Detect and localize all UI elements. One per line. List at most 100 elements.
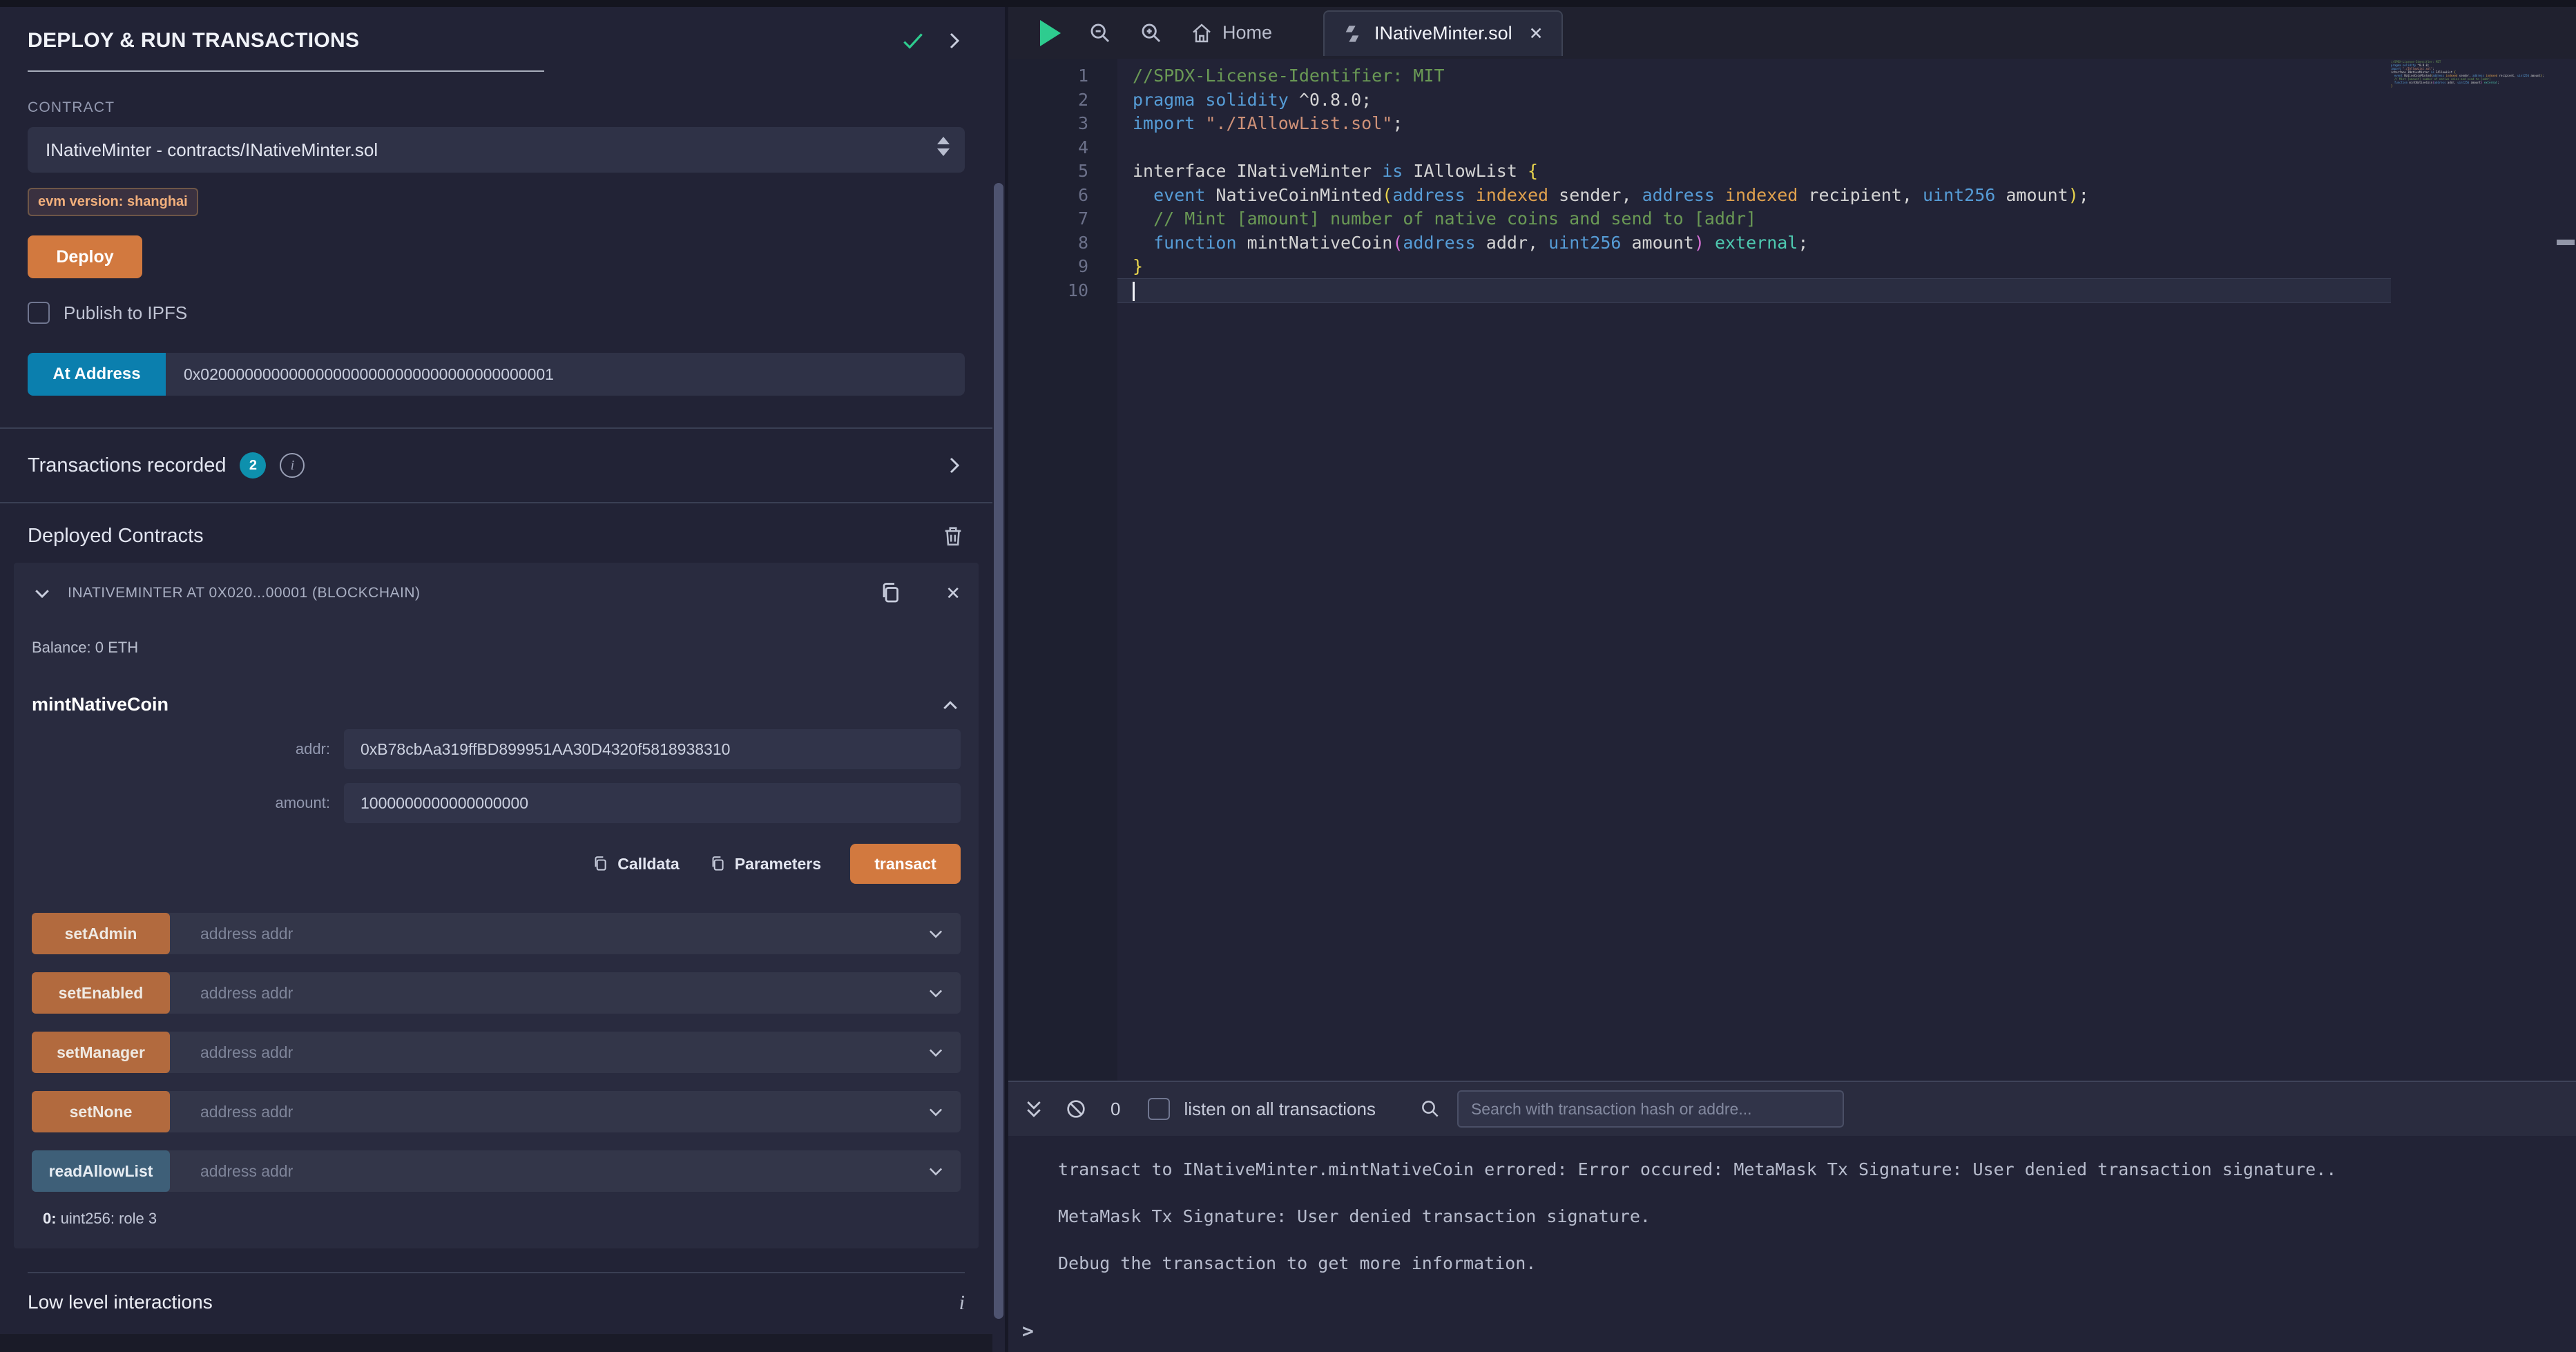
run-script-play-icon[interactable]	[1040, 20, 1061, 46]
code-line-2[interactable]: pragma solidity ^0.8.0;	[1117, 88, 2391, 113]
info-icon: i	[959, 1291, 965, 1315]
solidity-file-icon	[1343, 24, 1362, 44]
line-number: 1	[1008, 64, 1117, 88]
panel-bottom-strip	[0, 1334, 992, 1352]
contract-function-list: setAdminaddress addrsetEnabledaddress ad…	[32, 913, 961, 1192]
collapse-panel-chevron-icon[interactable]	[944, 30, 965, 51]
terminal-collapse-icon[interactable]	[1023, 1099, 1044, 1119]
function-args-input-setEnabled[interactable]: address addr	[170, 972, 926, 1014]
minimap[interactable]: //SPDX-License-Identifier: MITpragma sol…	[2391, 59, 2555, 1081]
line-number: 4	[1008, 136, 1117, 160]
code-line-10[interactable]	[1117, 278, 2391, 304]
function-button-setManager[interactable]: setManager	[32, 1032, 170, 1073]
editor-column: Home INativeMinter.sol ✕ 12345678910 //S…	[1008, 7, 2576, 1352]
contract-label: CONTRACT	[28, 99, 965, 116]
code-line-9[interactable]: }	[1117, 255, 2391, 279]
contract-select-value: INativeMinter - contracts/INativeMinter.…	[46, 139, 378, 161]
panel-scrollbar[interactable]	[992, 7, 1005, 1352]
function-button-setNone[interactable]: setNone	[32, 1091, 170, 1132]
line-number: 6	[1008, 184, 1117, 208]
code-line-6[interactable]: event NativeCoinMinted(address indexed s…	[1117, 184, 2391, 208]
panel-scrollbar-handle[interactable]	[994, 183, 1003, 1319]
evm-version-badge: evm version: shanghai	[28, 188, 198, 216]
editor-toolbar: Home INativeMinter.sol ✕	[1008, 7, 2576, 59]
terminal-output[interactable]: transact to INativeMinter.mintNativeCoin…	[1008, 1136, 2576, 1352]
close-tab-icon[interactable]: ✕	[1529, 23, 1544, 44]
listen-all-transactions-checkbox[interactable]	[1148, 1098, 1170, 1120]
function-button-readAllowList[interactable]: readAllowList	[32, 1150, 170, 1192]
scroll-position-marker[interactable]	[2557, 240, 2575, 245]
function-args-input-setNone[interactable]: address addr	[170, 1091, 926, 1132]
terminal: 0 listen on all transactions transact to…	[1008, 1081, 2576, 1352]
tab-home[interactable]: Home	[1191, 22, 1272, 44]
code-editor[interactable]: 12345678910 //SPDX-License-Identifier: M…	[1008, 59, 2576, 1081]
instance-collapse-chevron-icon[interactable]	[32, 583, 52, 603]
chevron-down-icon[interactable]	[926, 924, 945, 943]
code-line-8[interactable]: function mintNativeCoin(address addr, ui…	[1117, 231, 2391, 255]
at-address-input[interactable]: 0x02000000000000000000000000000000000000…	[166, 353, 965, 396]
overview-ruler[interactable]	[2555, 59, 2576, 1081]
contract-select[interactable]: INativeMinter - contracts/INativeMinter.…	[28, 127, 965, 173]
code-line-4[interactable]	[1117, 136, 2391, 160]
terminal-search-input[interactable]	[1457, 1090, 1844, 1128]
deploy-run-panel: DEPLOY & RUN TRANSACTIONS CONTRACT INati…	[0, 7, 992, 1352]
terminal-prompt[interactable]: >	[1022, 1320, 1034, 1342]
home-icon	[1191, 22, 1213, 44]
select-arrows-icon	[937, 137, 950, 156]
tab-inativeminter[interactable]: INativeMinter.sol ✕	[1323, 10, 1563, 56]
call-result: 0: uint256: role 3	[32, 1210, 961, 1228]
param-addr-input[interactable]: 0xB78cbAa319ffBD899951AA30D4320f58189383…	[344, 729, 961, 769]
line-number: 5	[1008, 160, 1117, 184]
param-row-amount: amount: 1000000000000000000	[32, 783, 961, 823]
zoom-out-icon[interactable]	[1088, 21, 1112, 45]
code-line-5[interactable]: interface INativeMinter is IAllowList {	[1117, 160, 2391, 184]
function-row-readAllowList: readAllowListaddress addr	[32, 1150, 961, 1192]
copy-address-icon[interactable]	[878, 581, 903, 606]
function-button-setEnabled[interactable]: setEnabled	[32, 972, 170, 1014]
compile-success-check-icon	[900, 28, 926, 54]
chevron-down-icon[interactable]	[926, 1102, 945, 1121]
remix-workspace: DEPLOY & RUN TRANSACTIONS CONTRACT INati…	[0, 7, 2576, 1352]
chevron-down-icon[interactable]	[926, 983, 945, 1003]
chevron-down-icon[interactable]	[926, 1161, 945, 1181]
terminal-log-line: Debug the transaction to get more inform…	[1058, 1253, 2548, 1273]
calldata-copy-button[interactable]: Calldata	[591, 855, 679, 873]
function-args-input-setManager[interactable]: address addr	[170, 1032, 926, 1073]
terminal-log-line: MetaMask Tx Signature: User denied trans…	[1058, 1206, 2548, 1226]
transactions-recorded-row[interactable]: Transactions recorded 2 i	[0, 429, 992, 502]
function-row-setAdmin: setAdminaddress addr	[32, 913, 961, 954]
parameters-copy-button[interactable]: Parameters	[709, 855, 821, 873]
clear-terminal-icon[interactable]	[1065, 1098, 1087, 1120]
chevron-down-icon[interactable]	[926, 1043, 945, 1062]
line-number: 10	[1008, 279, 1117, 303]
code-line-3[interactable]: import "./IAllowList.sol";	[1117, 112, 2391, 136]
transact-button[interactable]: transact	[850, 844, 961, 884]
expand-transactions-chevron-icon[interactable]	[944, 455, 965, 476]
function-args-input-setAdmin[interactable]: address addr	[170, 913, 926, 954]
trash-icon[interactable]	[941, 524, 965, 548]
function-row-setEnabled: setEnabledaddress addr	[32, 972, 961, 1014]
function-args-input-readAllowList[interactable]: address addr	[170, 1150, 926, 1192]
line-number: 9	[1008, 255, 1117, 279]
terminal-toolbar: 0 listen on all transactions	[1008, 1082, 2576, 1136]
param-amount-input[interactable]: 1000000000000000000	[344, 783, 961, 823]
zoom-in-icon[interactable]	[1140, 21, 1163, 45]
instance-balance: Balance: 0 ETH	[32, 639, 961, 657]
at-address-button[interactable]: At Address	[28, 353, 166, 396]
minimap-line: }	[2391, 84, 2555, 88]
code-line-1[interactable]: //SPDX-License-Identifier: MIT	[1117, 64, 2391, 88]
low-level-title: Low level interactions	[28, 1291, 213, 1313]
deployed-contracts-title: Deployed Contracts	[28, 525, 204, 548]
transactions-recorded-label: Transactions recorded	[28, 454, 226, 477]
remove-instance-icon[interactable]: ✕	[945, 583, 961, 604]
line-number: 7	[1008, 207, 1117, 231]
code-area[interactable]: //SPDX-License-Identifier: MITpragma sol…	[1117, 59, 2391, 1081]
publish-ipfs-checkbox[interactable]	[28, 302, 50, 324]
code-line-7[interactable]: // Mint [amount] number of native coins …	[1117, 207, 2391, 231]
search-icon	[1420, 1099, 1441, 1119]
deploy-button[interactable]: Deploy	[28, 235, 142, 278]
collapse-function-chevron-icon[interactable]	[940, 695, 961, 715]
panel-header: DEPLOY & RUN TRANSACTIONS	[0, 7, 992, 54]
function-button-setAdmin[interactable]: setAdmin	[32, 913, 170, 954]
copy-icon	[591, 855, 609, 873]
